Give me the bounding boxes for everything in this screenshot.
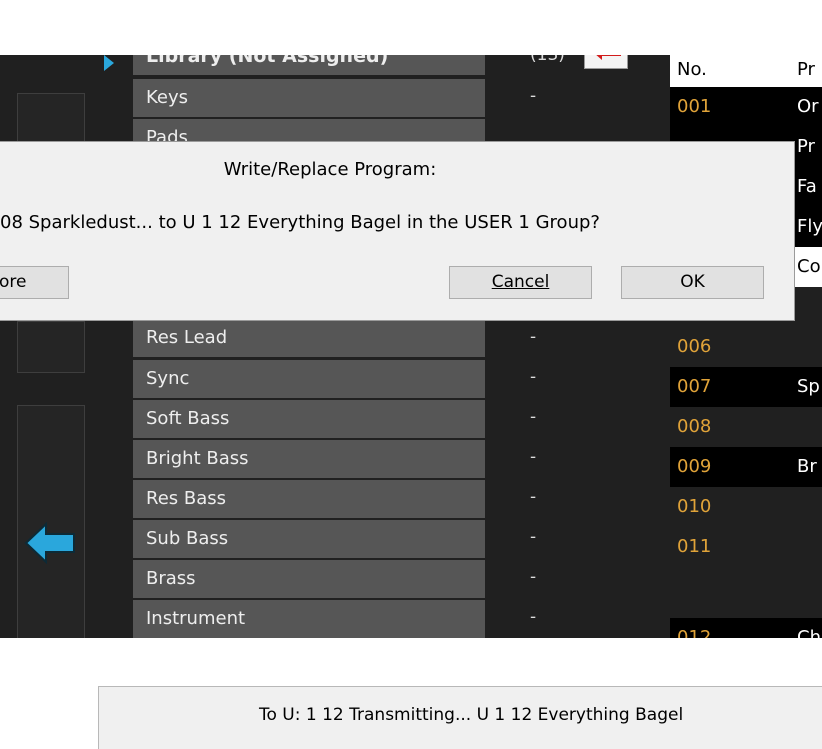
status-text: To U: 1 12 Transmitting... U 1 12 Everyt… <box>259 705 684 725</box>
program-row[interactable]: 007 Sp <box>670 367 822 407</box>
category-label: Bright Bass <box>146 448 249 469</box>
program-number: 007 <box>677 376 712 397</box>
column-header-name: Pr <box>797 59 815 80</box>
left-arrow-icon[interactable] <box>24 522 76 564</box>
status-bar: To U: 1 12 Transmitting... U 1 12 Everyt… <box>98 686 822 749</box>
program-name: Br <box>797 456 817 477</box>
program-number: 001 <box>677 96 712 117</box>
category-count: - <box>530 527 537 547</box>
category-row[interactable]: Sub Bass <box>133 520 485 558</box>
category-count: - <box>530 607 537 627</box>
category-label: Sync <box>146 368 190 389</box>
program-row[interactable]: 011 <box>670 527 822 567</box>
program-row[interactable]: 010 <box>670 487 822 527</box>
write-replace-dialog: Write/Replace Program: 08 Sparkledust...… <box>0 141 795 321</box>
category-label: Res Lead <box>146 327 228 348</box>
dialog-message: 08 Sparkledust... to U 1 12 Everything B… <box>0 212 600 233</box>
program-number: 012 <box>677 627 712 638</box>
category-row[interactable]: Brass <box>133 560 485 598</box>
category-count: - <box>530 407 537 427</box>
category-row[interactable]: Bright Bass <box>133 440 485 478</box>
play-icon <box>104 55 114 71</box>
program-name: Or <box>797 96 819 117</box>
library-header[interactable]: Library (Not Assigned) <box>133 55 485 75</box>
program-number: 010 <box>677 496 712 517</box>
ok-button[interactable]: OK <box>621 266 764 299</box>
program-name: Ch <box>797 627 821 638</box>
program-number: 009 <box>677 456 712 477</box>
category-count: - <box>530 367 537 387</box>
left-slot-middle[interactable] <box>17 321 85 373</box>
program-name: Pr <box>797 136 815 157</box>
category-label: Keys <box>146 87 189 108</box>
program-name: Fly <box>797 216 822 237</box>
dialog-title: Write/Replace Program: <box>223 159 437 180</box>
category-count: - <box>530 327 537 347</box>
program-row[interactable]: 012 Ch <box>670 618 822 638</box>
cancel-button-label: Cancel <box>491 272 550 292</box>
category-label: Sub Bass <box>146 528 229 549</box>
program-row[interactable]: 006 <box>670 327 822 367</box>
program-list-header: No. Pr <box>670 55 822 87</box>
library-count: (13) <box>530 55 565 65</box>
category-count: - <box>530 487 537 507</box>
program-number: 006 <box>677 336 712 357</box>
program-name: Fa <box>797 176 817 197</box>
cancel-button[interactable]: Cancel <box>449 266 592 299</box>
library-header-label: Library (Not Assigned) <box>146 55 389 67</box>
category-label: Instrument <box>146 608 246 629</box>
category-row[interactable]: Instrument <box>133 600 485 638</box>
dialog-left-button[interactable]: ore <box>0 266 69 299</box>
category-row[interactable]: Keys <box>133 79 485 117</box>
program-row[interactable]: 008 <box>670 407 822 447</box>
program-row[interactable]: 009 Br <box>670 447 822 487</box>
red-arrow-icon <box>596 55 621 60</box>
category-label: Brass <box>146 568 196 589</box>
ok-button-label: OK <box>680 272 705 292</box>
category-row[interactable]: Sync <box>133 360 485 398</box>
category-count: - <box>530 86 537 106</box>
category-label: Soft Bass <box>146 408 230 429</box>
program-number: 008 <box>677 416 712 437</box>
category-row[interactable]: Soft Bass <box>133 400 485 438</box>
column-header-number: No. <box>677 59 707 80</box>
program-name: Co <box>797 256 821 277</box>
program-name: Sp <box>797 376 820 397</box>
program-number: 011 <box>677 536 712 557</box>
category-count: - <box>530 567 537 587</box>
category-row[interactable]: Res Bass <box>133 480 485 518</box>
move-left-button[interactable] <box>584 55 628 69</box>
category-row[interactable]: Res Lead <box>133 319 485 357</box>
program-row[interactable]: 001 Or <box>670 87 822 127</box>
category-count: - <box>530 447 537 467</box>
category-label: Res Bass <box>146 488 227 509</box>
